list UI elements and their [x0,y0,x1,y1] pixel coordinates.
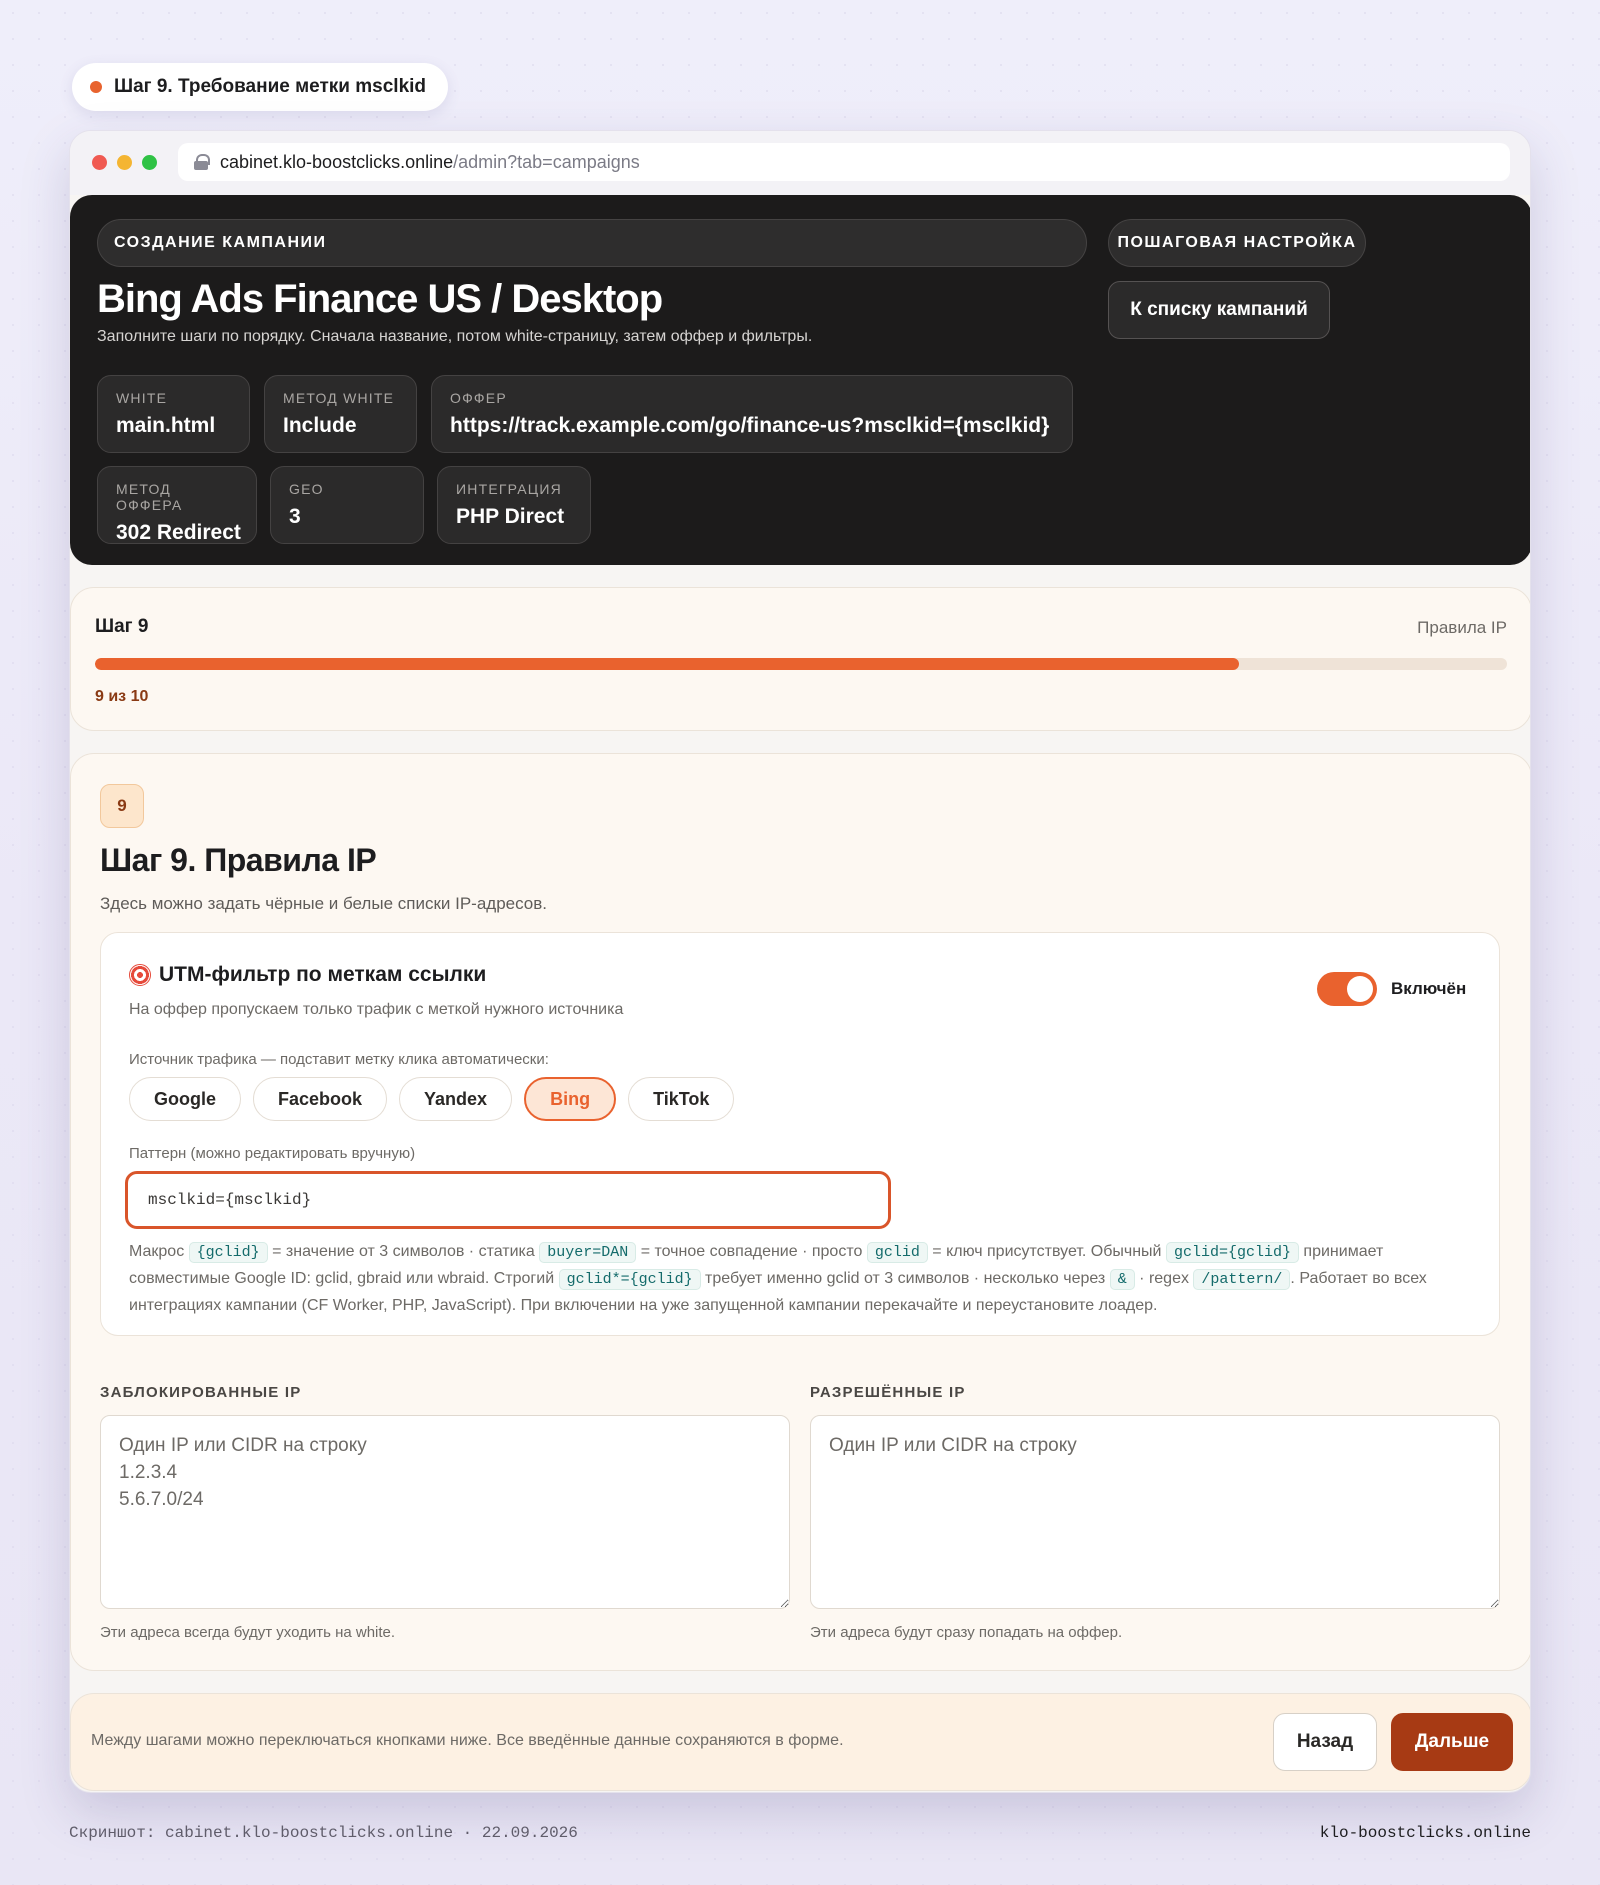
help-code: gclid={gclid} [1165,1242,1299,1263]
help-text: требует именно gclid от 3 символов · нес… [700,1270,1110,1287]
back-button[interactable]: Назад [1273,1713,1377,1771]
minimize-window-icon[interactable] [117,155,132,170]
footer-hint: Между шагами можно переключаться кнопкам… [91,1732,844,1749]
source-button-yandex[interactable]: Yandex [399,1077,513,1121]
step-card: 9 Шаг 9. Правила IP Здесь можно задать ч… [70,753,1530,1671]
step-number-badge: 9 [100,784,144,828]
help-code: & [1109,1269,1135,1290]
chip-value: Include [283,414,357,437]
progress-step-label: Шаг 9 [95,616,149,637]
browser-titlebar: cabinet.klo-boostclicks.online/admin?tab… [70,131,1530,195]
help-code: buyer=DAN [539,1242,637,1263]
chip-offer: ОФФЕР https://track.example.com/go/finan… [431,375,1073,453]
help-code: /pattern/ [1193,1269,1291,1290]
allowed-ip-section: РАЗРЕШЁННЫЕ IP Эти адреса будут сразу по… [810,1384,1500,1641]
close-window-icon[interactable] [92,155,107,170]
utm-filter-panel: UTM-фильтр по меткам ссылки На оффер про… [100,932,1500,1336]
chip-value: 3 [289,505,301,528]
help-code: {gclid} [188,1242,268,1263]
url-host: cabinet.klo-boostclicks.online [220,151,454,172]
pattern-input[interactable] [125,1171,891,1229]
blocked-ip-textarea[interactable] [100,1415,790,1609]
help-code: gclid [866,1242,928,1263]
source-button-tiktok[interactable]: TikTok [628,1077,735,1121]
chip-key: ОФФЕР [450,390,507,406]
help-text: = точное совпадение · просто [636,1243,867,1260]
browser-window: cabinet.klo-boostclicks.online/admin?tab… [69,130,1531,1793]
blocked-ip-label: ЗАБЛОКИРОВАННЫЕ IP [100,1384,302,1401]
source-button-facebook[interactable]: Facebook [253,1077,388,1121]
chip-key: GEO [289,481,324,497]
progress-card: Шаг 9 Правила IP 9 из 10 [70,587,1530,731]
source-button-google[interactable]: Google [129,1077,241,1121]
status-dot-icon [90,81,102,93]
chip-value: 302 Redirect [116,521,241,544]
utm-filter-title: UTM-фильтр по меткам ссылки [129,963,486,987]
step-title: Шаг 9. Правила IP [100,842,377,878]
blocked-ip-section: ЗАБЛОКИРОВАННЫЕ IP Эти адреса всегда буд… [100,1384,790,1641]
chip-white: WHITE main.html [97,375,250,453]
lock-icon [194,154,210,170]
help-text: = значение от 3 символов · статика [267,1243,540,1260]
target-icon [129,964,151,986]
next-button[interactable]: Дальше [1391,1713,1513,1771]
stepwise-setup-label: ПОШАГОВАЯ НАСТРОЙКА [1108,219,1366,267]
progress-bar [95,658,1507,670]
chip-key: WHITE [116,390,168,406]
utm-filter-subtitle: На оффер пропускаем только трафик с метк… [129,1001,624,1018]
window-controls [92,155,157,170]
help-text: · regex [1134,1270,1194,1287]
traffic-source-label: Источник трафика — подставит метку клика… [129,1051,549,1068]
progress-count: 9 из 10 [95,688,149,705]
url-path: /admin?tab=campaigns [453,151,640,172]
site-caption: klo-boostclicks.online [1319,1824,1531,1842]
help-text: = ключ присутствует. Обычный [927,1243,1166,1260]
back-to-campaigns-button[interactable]: К списку кампаний [1108,281,1330,339]
traffic-source-buttons: Google Facebook Yandex Bing TikTok [129,1077,735,1121]
allowed-ip-hint: Эти адреса будут сразу попадать на оффер… [810,1624,1123,1641]
step-indicator-pill: Шаг 9. Требование метки msclkid [72,63,449,111]
source-button-bing[interactable]: Bing [524,1077,617,1121]
hero-section-label: СОЗДАНИЕ КАМПАНИИ [97,219,1087,267]
chip-value: main.html [116,414,216,437]
campaign-title: Bing Ads Finance US / Desktop [97,277,663,321]
progress-step-name: Правила IP [1417,618,1507,637]
chip-key: МЕТОД ОФФЕРА [116,481,183,513]
chip-key: МЕТОД WHITE [283,390,395,406]
help-code: gclid*={gclid} [558,1269,701,1290]
allowed-ip-label: РАЗРЕШЁННЫЕ IP [810,1384,966,1401]
step-indicator-label: Шаг 9. Требование метки msclkid [114,76,427,97]
chip-value: PHP Direct [456,505,565,528]
screenshot-caption: Скриншот: cabinet.klo-boostclicks.online… [69,1824,578,1842]
utm-filter-title-text: UTM-фильтр по меткам ссылки [159,963,487,986]
campaign-hero: СОЗДАНИЕ КАМПАНИИ Bing Ads Finance US / … [70,195,1530,565]
step-subtitle: Здесь можно задать чёрные и белые списки… [100,894,548,913]
pattern-help-text: Макрос {gclid} = значение от 3 символов … [129,1239,1474,1319]
utm-filter-toggle[interactable] [1317,972,1377,1006]
campaign-subtitle: Заполните шаги по порядку. Сначала назва… [97,328,813,345]
navigation-footer: Между шагами можно переключаться кнопкам… [70,1693,1530,1791]
chip-geo: GEO 3 [270,466,424,544]
chip-value: https://track.example.com/go/finance-us?… [450,414,1050,437]
chip-white-method: МЕТОД WHITE Include [264,375,417,453]
help-text: Макрос [129,1243,189,1260]
chip-key: ИНТЕГРАЦИЯ [456,481,562,497]
pattern-label: Паттерн (можно редактировать вручную) [129,1145,416,1162]
chip-offer-method: МЕТОД ОФФЕРА 302 Redirect [97,466,257,544]
utm-filter-toggle-label: Включён [1391,979,1467,998]
address-bar[interactable]: cabinet.klo-boostclicks.online/admin?tab… [178,143,1510,181]
chip-integration: ИНТЕГРАЦИЯ PHP Direct [437,466,591,544]
maximize-window-icon[interactable] [142,155,157,170]
progress-bar-fill [95,658,1239,670]
blocked-ip-hint: Эти адреса всегда будут уходить на white… [100,1624,396,1641]
allowed-ip-textarea[interactable] [810,1415,1500,1609]
